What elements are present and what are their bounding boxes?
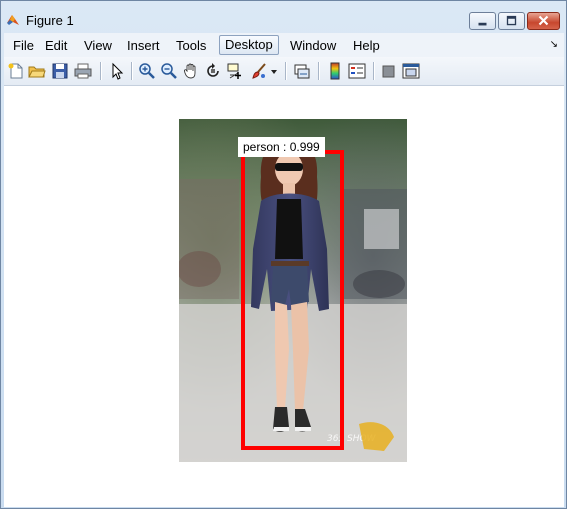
menu-edit[interactable]: Edit	[42, 37, 70, 55]
menu-window[interactable]: Window	[287, 37, 339, 55]
figure-canvas[interactable]: 365 SHOW person : 0.999	[4, 86, 564, 507]
figure-window: Figure 1 File Edit View Insert Tools Des…	[0, 0, 567, 509]
data-cursor-icon[interactable]	[226, 62, 244, 80]
image-axes[interactable]: 365 SHOW person : 0.999	[179, 119, 407, 462]
insert-legend-icon[interactable]	[348, 62, 366, 80]
detection-label: person : 0.999	[238, 137, 325, 157]
menu-tools[interactable]: Tools	[173, 37, 209, 55]
toolbar-separator	[285, 62, 287, 80]
edit-plot-arrow-icon[interactable]	[108, 62, 126, 80]
toolbar-separator	[318, 62, 320, 80]
insert-colorbar-icon[interactable]	[326, 62, 344, 80]
detection-bounding-box	[241, 150, 344, 450]
close-icon	[538, 15, 549, 26]
link-plot-icon[interactable]	[293, 62, 311, 80]
open-file-icon[interactable]	[28, 62, 46, 80]
figure-toolbar	[4, 57, 564, 86]
brush-icon[interactable]	[250, 62, 268, 80]
menu-file[interactable]: File	[10, 37, 37, 55]
toolbar-separator	[131, 62, 133, 80]
matlab-icon	[6, 13, 20, 27]
pan-hand-icon[interactable]	[182, 62, 200, 80]
menu-view[interactable]: View	[81, 37, 115, 55]
menu-help[interactable]: Help	[350, 37, 383, 55]
rotate-3d-icon[interactable]	[204, 62, 222, 80]
minimize-button[interactable]	[469, 12, 496, 30]
zoom-out-icon[interactable]	[160, 62, 178, 80]
minimize-icon	[478, 22, 487, 26]
print-figure-icon[interactable]	[74, 62, 92, 80]
toolbar-separator	[373, 62, 375, 80]
save-figure-icon[interactable]	[51, 62, 69, 80]
menu-bar: File Edit View Insert Tools Desktop Wind…	[4, 33, 564, 57]
toolbar-separator	[100, 62, 102, 80]
close-button[interactable]	[527, 12, 560, 30]
window-title: Figure 1	[26, 13, 74, 28]
zoom-in-icon[interactable]	[138, 62, 156, 80]
menu-desktop[interactable]: Desktop	[219, 35, 279, 55]
title-bar[interactable]: Figure 1	[1, 1, 566, 33]
maximize-button[interactable]	[498, 12, 525, 30]
dock-arrow-icon[interactable]: ↘	[550, 39, 558, 50]
show-plot-tools-icon[interactable]	[402, 62, 420, 80]
new-figure-icon[interactable]	[7, 62, 25, 80]
hide-plot-tools-icon[interactable]	[380, 62, 398, 80]
brush-dropdown-icon[interactable]	[270, 62, 278, 80]
menu-insert[interactable]: Insert	[124, 37, 163, 55]
maximize-icon	[506, 15, 517, 26]
